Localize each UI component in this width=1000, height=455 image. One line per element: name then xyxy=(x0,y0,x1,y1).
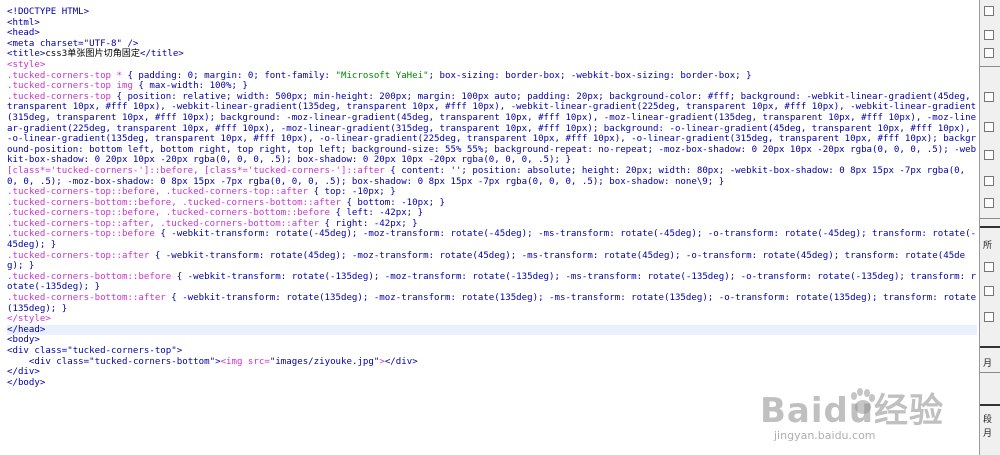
code-token: .tucked-corners-top * xyxy=(7,70,128,81)
code-line[interactable]: <meta charset="UTF-8" /> xyxy=(7,39,977,50)
checkbox[interactable] xyxy=(984,92,994,102)
code-line[interactable]: .tucked-corners-top * { padding: 0; marg… xyxy=(7,71,977,82)
divider xyxy=(980,226,1000,228)
code-token: { position: relative; width: 500px; min-… xyxy=(7,91,977,166)
code-token: [class*='tucked-corners-']::before, [cla… xyxy=(7,165,391,176)
side-label: 段 xyxy=(983,415,993,425)
code-line[interactable]: .tucked-corners-top::before { -webkit-tr… xyxy=(7,229,977,250)
side-label: 所 xyxy=(983,241,993,251)
code-token: .tucked-corners-bottom::before xyxy=(7,271,177,282)
code-token: .tucked-corners-bottom::after xyxy=(7,293,172,304)
checkbox[interactable] xyxy=(984,150,994,160)
code-token: .tucked-corners-top xyxy=(7,91,117,102)
code-token: </div> xyxy=(7,367,40,378)
divider xyxy=(980,372,1000,373)
code-line[interactable]: <html> xyxy=(7,18,977,29)
checkbox[interactable] xyxy=(984,176,994,186)
code-token: .tucked-corners-top::after, .tucked-corn… xyxy=(7,218,325,229)
code-token: </title> xyxy=(139,49,184,60)
code-line[interactable]: <body> xyxy=(7,335,977,346)
code-line[interactable]: .tucked-corners-top::after { -webkit-tra… xyxy=(7,251,977,272)
code-line[interactable]: [class*='tucked-corners-']::before, [cla… xyxy=(7,166,977,187)
code-line[interactable]: .tucked-corners-top img { max-width: 100… xyxy=(7,81,977,92)
code-token: <div class= xyxy=(7,346,68,356)
side-label: 月 xyxy=(983,429,993,439)
code-line[interactable]: .tucked-corners-top { position: relative… xyxy=(7,92,977,166)
code-token: .tucked-corners-bottom::before, .tucked-… xyxy=(7,197,347,208)
code-token: { bottom: -10px; } xyxy=(346,197,446,208)
code-line[interactable]: <!DOCTYPE HTML> xyxy=(7,7,977,18)
code-line[interactable]: .tucked-corners-bottom::before, .tucked-… xyxy=(7,198,977,209)
checkbox[interactable] xyxy=(984,286,994,296)
side-label: 月 xyxy=(983,359,993,369)
code-token: { max-width: 100%; } xyxy=(138,81,248,92)
code-token: "tucked-corners-bottom" xyxy=(89,356,216,367)
code-line[interactable]: <style> xyxy=(7,60,977,71)
divider xyxy=(980,404,1000,406)
checkbox[interactable] xyxy=(984,198,994,208)
code-line[interactable]: <head> xyxy=(7,28,977,39)
code-token: <style> xyxy=(7,59,46,70)
code-token: .tucked-corners-top::before, .tucked-cor… xyxy=(7,187,314,198)
code-token: .tucked-corners-top::after xyxy=(7,250,155,261)
code-token: .tucked-corners-top img xyxy=(7,81,139,92)
code-token: </style> xyxy=(7,314,51,325)
code-token: <img src= xyxy=(220,356,270,367)
side-panel: 所 月 段 月 xyxy=(980,0,1000,455)
code-token: <div class= xyxy=(7,356,90,367)
checkbox[interactable] xyxy=(984,30,994,40)
checkbox[interactable] xyxy=(984,312,994,322)
code-token: .tucked-corners-top::before xyxy=(7,229,161,240)
code-token: { right: -42px; } xyxy=(324,218,418,229)
code-line[interactable]: <div class="tucked-corners-top"> xyxy=(7,346,977,357)
code-line[interactable]: </div> xyxy=(7,367,977,378)
code-token: <html> xyxy=(7,17,40,28)
code-token: <!DOCTYPE HTML> xyxy=(7,7,90,17)
code-line[interactable]: </body> xyxy=(7,378,977,389)
code-line[interactable]: <title>css3单张图片切角固定</title> xyxy=(7,49,977,60)
code-token: .tucked-corners-top::before, .tucked-cor… xyxy=(7,208,336,219)
code-line[interactable]: .tucked-corners-top::before, .tucked-cor… xyxy=(7,208,977,219)
code-line[interactable]: .tucked-corners-top::after, .tucked-corn… xyxy=(7,219,977,230)
code-token: { padding: 0; margin: 0; font-family: xyxy=(127,70,336,81)
code-token: css3单张图片切角固定 xyxy=(45,49,140,60)
code-token: { left: -42px; } xyxy=(335,208,424,219)
code-token: > xyxy=(176,346,183,356)
code-token: "images/ziyouke.jpg" xyxy=(269,356,380,367)
divider xyxy=(980,346,1000,348)
code-token: <body> xyxy=(7,335,40,346)
divider xyxy=(980,218,1000,219)
divider xyxy=(980,66,1000,67)
checkbox[interactable] xyxy=(984,122,994,132)
checkbox[interactable] xyxy=(984,262,994,272)
code-line[interactable]: .tucked-corners-bottom::after { -webkit-… xyxy=(7,293,977,314)
code-token: </head> xyxy=(7,324,46,335)
code-token: /> xyxy=(121,38,139,49)
checkbox[interactable] xyxy=(984,6,994,16)
checkbox[interactable] xyxy=(984,48,994,58)
code-line[interactable]: </style> xyxy=(7,314,977,325)
code-token: ; box-sizing: border-box; -webkit-box-si… xyxy=(428,70,752,81)
code-lines[interactable]: <!DOCTYPE HTML> <html> <head> <meta charset… xyxy=(7,7,977,388)
code-line[interactable]: .tucked-corners-top::before, .tucked-cor… xyxy=(7,187,977,198)
code-line[interactable]: <div class="tucked-corners-bottom"><img … xyxy=(7,357,977,368)
code-token: <head> xyxy=(7,28,40,39)
code-token: "tucked-corners-top" xyxy=(67,346,177,356)
code-editor[interactable]: <!DOCTYPE HTML> <html> <head> <meta charset… xyxy=(0,0,980,455)
code-line[interactable]: </head> xyxy=(7,324,977,336)
code-token: { top: -10px; } xyxy=(313,187,396,198)
code-token: <title> xyxy=(7,49,46,60)
code-token: </div> xyxy=(384,356,418,367)
code-token: </body> xyxy=(7,377,46,388)
code-token: "UTF-8" xyxy=(83,38,122,49)
code-token: <meta charset= xyxy=(7,38,84,49)
code-line[interactable]: .tucked-corners-bottom::before { -webkit… xyxy=(7,272,977,293)
code-token: "Microsoft YaHei" xyxy=(335,70,429,81)
